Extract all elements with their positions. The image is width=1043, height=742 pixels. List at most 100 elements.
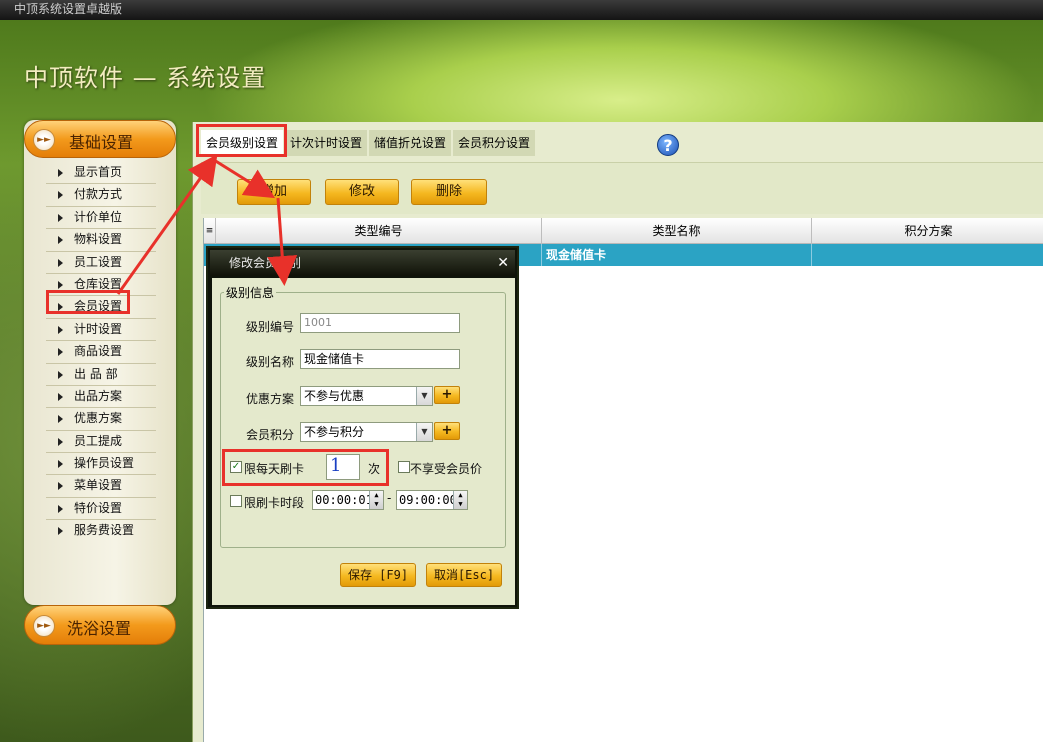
sidebar-header-label: 基础设置 — [69, 133, 134, 152]
row-indicator-column: ≡ — [204, 218, 216, 244]
tab-count-timing[interactable]: 计次计时设置 — [285, 130, 368, 156]
sidebar-item-staff-commission[interactable]: 员工提成 — [46, 431, 156, 454]
triangle-right-icon — [58, 191, 63, 200]
highlight-box-tab — [196, 124, 287, 157]
sidebar-item-output-dept[interactable]: 出 品 部 — [46, 364, 156, 386]
sidebar-section-label: 洗浴设置 — [67, 619, 132, 638]
cancel-button[interactable]: 取消[Esc] — [426, 563, 502, 587]
triangle-right-icon — [58, 460, 63, 469]
spinner-arrows-icon[interactable]: ▲ ▼ — [369, 491, 383, 509]
column-header-type-no[interactable]: 类型编号 — [216, 218, 542, 244]
member-points-select[interactable]: 不参与积分 ▼ — [300, 422, 433, 442]
triangle-right-icon — [58, 370, 63, 379]
time-separator: - — [387, 491, 392, 505]
triangle-right-icon — [58, 392, 63, 401]
column-header-type-name[interactable]: 类型名称 — [542, 218, 812, 244]
level-name-label: 级别名称 — [246, 355, 295, 369]
group-legend: 级别信息 — [224, 284, 277, 301]
sidebar-item-label: 员工设置 — [74, 254, 123, 269]
triangle-right-icon — [58, 482, 63, 491]
time-from-value: 00:00:01 — [315, 493, 373, 507]
column-header-points-plan[interactable]: 积分方案 — [812, 218, 1043, 244]
sidebar-item-label: 员工提成 — [74, 433, 123, 448]
sidebar-item-label: 出 品 部 — [74, 366, 118, 381]
sidebar-item-label: 计时设置 — [74, 321, 123, 336]
add-discount-plan-button[interactable]: + — [434, 386, 460, 404]
triangle-right-icon — [58, 280, 63, 289]
sidebar-item-label: 付款方式 — [74, 187, 123, 202]
tab-stored-value[interactable]: 储值折兑设置 — [369, 130, 452, 156]
sidebar-item-label: 优惠方案 — [74, 411, 123, 426]
save-button[interactable]: 保存 [F9] — [340, 563, 416, 587]
time-to-field[interactable]: 09:00:00 ▲ ▼ — [396, 490, 468, 510]
triangle-right-icon — [58, 437, 63, 446]
triangle-right-icon — [58, 169, 63, 177]
add-button[interactable]: 增加 — [237, 179, 311, 205]
cell-points-plan — [812, 244, 1043, 266]
highlight-box-daily-limit — [222, 449, 389, 486]
app-title: 中顶软件 — 系统设置 — [24, 64, 267, 92]
triangle-right-icon — [58, 415, 63, 424]
level-no-field[interactable]: 1001 — [300, 313, 460, 333]
sidebar-item-pricing-units[interactable]: 计价单位 — [46, 207, 156, 230]
sidebar-item-menu[interactable]: 菜单设置 — [46, 475, 156, 498]
chevron-down-icon[interactable]: ▼ — [416, 423, 432, 441]
sidebar-item-label: 物料设置 — [74, 232, 123, 247]
help-icon[interactable]: ? — [657, 134, 679, 156]
sidebar-item-label: 计价单位 — [74, 209, 123, 224]
triangle-right-icon — [58, 236, 63, 245]
sidebar-item-label: 仓库设置 — [74, 276, 123, 291]
level-name-field[interactable]: 现金储值卡 — [300, 349, 460, 369]
cell-type-name: 现金储值卡 — [542, 244, 812, 266]
time-limit-checkbox[interactable] — [230, 495, 242, 507]
triangle-right-icon — [58, 527, 63, 536]
tab-member-points[interactable]: 会员积分设置 — [453, 130, 536, 156]
highlight-box-sidebar — [46, 290, 130, 314]
sidebar-item-label: 服务费设置 — [74, 523, 135, 538]
time-to-value: 09:00:00 — [399, 493, 457, 507]
spinner-arrows-icon[interactable]: ▲ ▼ — [453, 491, 467, 509]
dialog-body: 级别信息 级别编号 1001 级别名称 现金储值卡 优惠方案 不参与优惠 ▼ +… — [212, 278, 515, 605]
time-from-field[interactable]: 00:00:01 ▲ ▼ — [312, 490, 384, 510]
discount-plan-select[interactable]: 不参与优惠 ▼ — [300, 386, 433, 406]
sidebar-header-bath-settings[interactable]: ►► 洗浴设置 — [24, 605, 176, 645]
sidebar-item-label: 出品方案 — [74, 388, 123, 403]
table-header: ≡ 类型编号 类型名称 积分方案 — [204, 218, 1043, 244]
sidebar: ►► 基础设置 显示首页 付款方式 计价单位 物料设置 员工设置 仓库设置 会员… — [24, 120, 176, 605]
toolbar: 增加 修改 删除 — [201, 162, 1043, 214]
discount-plan-label: 优惠方案 — [246, 392, 295, 406]
edit-member-level-dialog: 修改会员级别 ✕ 级别信息 级别编号 1001 级别名称 现金储值卡 优惠方案 … — [206, 246, 519, 609]
sidebar-item-materials[interactable]: 物料设置 — [46, 229, 156, 252]
sidebar-item-operators[interactable]: 操作员设置 — [46, 453, 156, 476]
sidebar-item-special-price[interactable]: 特价设置 — [46, 498, 156, 521]
fast-forward-icon: ►► — [33, 129, 55, 151]
sidebar-item-label: 特价设置 — [74, 500, 123, 515]
edit-button[interactable]: 修改 — [325, 179, 399, 205]
sidebar-item-label: 操作员设置 — [74, 456, 135, 471]
delete-button[interactable]: 删除 — [411, 179, 487, 205]
level-no-label: 级别编号 — [246, 320, 295, 334]
no-member-price-checkbox[interactable] — [398, 461, 410, 473]
sidebar-item-label: 显示首页 — [74, 165, 123, 179]
sidebar-item-payment-methods[interactable]: 付款方式 — [46, 184, 156, 207]
sidebar-item-timing[interactable]: 计时设置 — [46, 319, 156, 342]
sidebar-item-display-home[interactable]: 显示首页 — [46, 162, 156, 185]
triangle-right-icon — [58, 258, 63, 267]
close-icon[interactable]: ✕ — [497, 250, 509, 276]
sidebar-item-label: 商品设置 — [74, 344, 123, 359]
sidebar-item-output-plan[interactable]: 出品方案 — [46, 386, 156, 409]
sidebar-item-service-fee[interactable]: 服务费设置 — [46, 520, 156, 542]
dialog-titlebar: 修改会员级别 ✕ — [210, 250, 515, 276]
sidebar-item-label: 菜单设置 — [74, 478, 123, 493]
sidebar-item-staff[interactable]: 员工设置 — [46, 252, 156, 274]
member-points-value: 不参与积分 — [304, 425, 365, 439]
add-points-plan-button[interactable]: + — [434, 422, 460, 440]
sidebar-menu: 显示首页 付款方式 计价单位 物料设置 员工设置 仓库设置 会员设置 计时设置 … — [46, 162, 156, 543]
window-title: 中顶系统设置卓越版 — [14, 2, 123, 16]
member-points-label: 会员积分 — [246, 428, 295, 442]
chevron-down-icon[interactable]: ▼ — [416, 387, 432, 405]
sidebar-item-products[interactable]: 商品设置 — [46, 341, 156, 364]
sidebar-item-discount-plan[interactable]: 优惠方案 — [46, 408, 156, 431]
triangle-right-icon — [58, 348, 63, 357]
sidebar-header-basic-settings[interactable]: ►► 基础设置 — [24, 120, 176, 158]
